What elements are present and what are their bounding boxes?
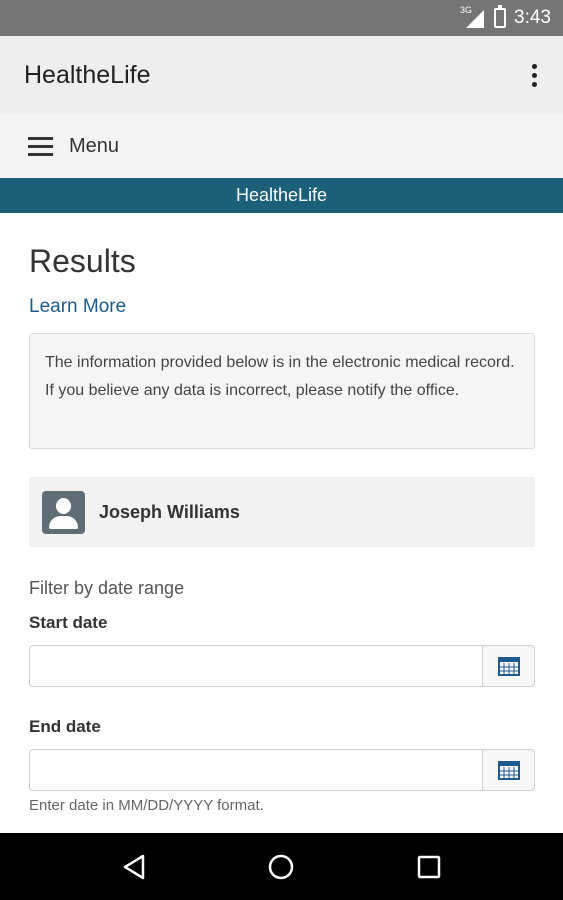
start-date-calendar-button[interactable]: [482, 645, 535, 687]
person-card: Joseph Williams: [29, 477, 535, 547]
overflow-menu-icon[interactable]: [528, 58, 541, 93]
site-banner: HealtheLife: [0, 178, 563, 213]
recents-icon[interactable]: [399, 837, 459, 897]
page-title: Results: [29, 243, 136, 279]
end-date-input[interactable]: [29, 749, 482, 791]
start-date-label: Start date: [29, 613, 108, 632]
user-avatar-icon: [42, 490, 85, 534]
start-date-input[interactable]: [29, 645, 482, 687]
system-nav-bar: [0, 833, 563, 900]
date-format-hint: Enter date in MM/DD/YYYY format.: [29, 797, 264, 814]
banner-title: HealtheLife: [235, 185, 328, 205]
info-notice-text: The information provided below is in the…: [45, 354, 515, 399]
learn-more-link[interactable]: Learn More: [29, 296, 126, 318]
menu-toggle[interactable]: Menu: [0, 114, 563, 178]
app-title: HealtheLife: [24, 60, 151, 89]
end-date-calendar-button[interactable]: [482, 749, 535, 791]
status-bar: 3G 3:43: [0, 0, 563, 36]
menu-label: Menu: [69, 134, 120, 157]
calendar-icon: [497, 657, 520, 676]
back-icon[interactable]: [104, 837, 164, 897]
network-type: 3G: [460, 5, 473, 15]
info-notice: The information provided below is in the…: [29, 333, 535, 449]
battery-icon: [494, 5, 507, 28]
end-date-label: End date: [29, 717, 101, 736]
filter-heading: Filter by date range: [29, 578, 185, 598]
calendar-icon: [497, 761, 520, 780]
person-name: Joseph Williams: [99, 501, 240, 522]
start-date-group: [29, 645, 535, 687]
app-bar: HealtheLife: [0, 36, 563, 114]
hamburger-icon: [28, 136, 53, 156]
end-date-group: [29, 749, 535, 791]
status-time: 3:43: [514, 7, 551, 28]
home-icon[interactable]: [251, 837, 311, 897]
main-content: Results Learn More The information provi…: [29, 213, 535, 814]
signal-icon: 3G: [460, 5, 486, 28]
